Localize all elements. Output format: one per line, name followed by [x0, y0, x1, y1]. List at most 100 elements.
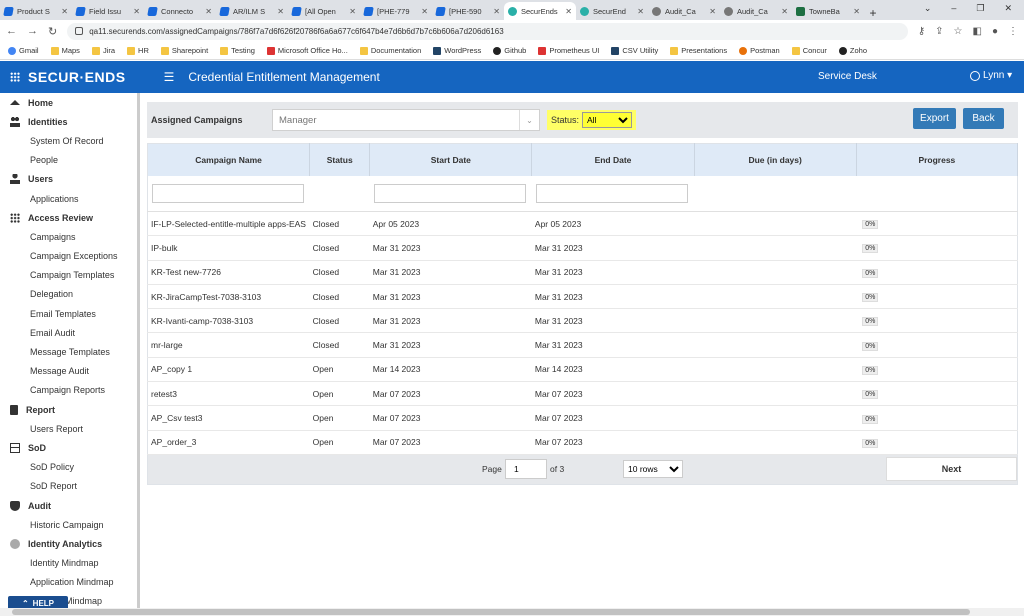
column-header[interactable]: Campaign Name [147, 143, 311, 176]
sidebar-item-message-audit[interactable]: Message Audit [0, 362, 137, 381]
sidebar-item-applications[interactable]: Applications [0, 189, 137, 208]
browser-tab[interactable]: TowneBa ✕ [792, 2, 864, 20]
bookmark-item[interactable]: Zoho [838, 46, 867, 55]
scrollbar-thumb[interactable] [12, 609, 970, 615]
close-tab-icon[interactable]: ✕ [205, 7, 212, 16]
sidebar-item-message-templates[interactable]: Message Templates [0, 342, 137, 361]
start-date-filter[interactable] [373, 183, 526, 203]
table-row[interactable]: AP_copy 1 Open Mar 14 2023 Mar 14 2023 0% [147, 357, 1018, 383]
sidebar-item-people[interactable]: People [0, 151, 137, 170]
sidebar-item-identity-mindmap[interactable]: Identity Mindmap [0, 554, 137, 573]
browser-tab[interactable]: Field Issu ✕ [72, 2, 144, 20]
bookmark-item[interactable]: Prometheus UI [538, 46, 599, 55]
table-row[interactable]: AP_order_3 Open Mar 07 2023 Mar 07 2023 0% [147, 430, 1018, 455]
menu-dots-icon[interactable]: ⋮ [1008, 26, 1018, 37]
sidebar-item-home[interactable]: Home [0, 93, 137, 112]
browser-tab[interactable]: SecurEnds ✕ [504, 2, 576, 20]
close-tab-icon[interactable]: ✕ [133, 7, 140, 16]
close-tab-icon[interactable]: ✕ [565, 7, 572, 16]
sidebar-item-historic-campaign[interactable]: Historic Campaign [0, 515, 137, 534]
table-row[interactable]: AP_Csv test3 Open Mar 07 2023 Mar 07 2023 0% [147, 405, 1018, 431]
user-menu[interactable]: Lynn ▾ [970, 70, 1012, 81]
bookmark-item[interactable]: Maps [50, 46, 80, 55]
next-button[interactable]: Next [886, 456, 1017, 481]
apps-grid-icon[interactable] [10, 72, 20, 82]
sidebar-item-audit[interactable]: Audit [0, 496, 137, 515]
table-row[interactable]: KR-Test new-7726 Closed Mar 31 2023 Mar 31 … [147, 260, 1018, 285]
sidebar-item-users[interactable]: Users [0, 170, 137, 189]
key-icon[interactable]: ⚷ [918, 26, 925, 37]
star-icon[interactable]: ☆ [954, 26, 963, 37]
sidebar-item-delegation[interactable]: Delegation [0, 285, 137, 304]
close-tab-icon[interactable]: ✕ [61, 7, 68, 16]
close-window-icon[interactable]: ✕ [1004, 3, 1012, 14]
bookmark-item[interactable]: Testing [220, 46, 255, 55]
status-select[interactable]: All [582, 112, 633, 128]
back-arrow-icon[interactable]: ← [6, 25, 17, 37]
reload-icon[interactable]: ↻ [48, 25, 57, 38]
table-row[interactable]: IP-bulk Closed Mar 31 2023 Mar 31 2023 0% [147, 235, 1018, 261]
sidebar-item-report[interactable]: Report [0, 400, 137, 419]
share-icon[interactable]: ⇪ [935, 26, 943, 37]
column-header[interactable]: Due (in days) [694, 143, 857, 176]
close-tab-icon[interactable]: ✕ [277, 7, 284, 16]
browser-tab[interactable]: [All Open ✕ [288, 2, 360, 20]
back-button[interactable]: Back [963, 108, 1004, 129]
new-tab-button[interactable]: + [864, 6, 882, 20]
browser-tab[interactable]: SecurEnd ✕ [576, 2, 648, 20]
browser-tab[interactable]: Audit_Ca ✕ [720, 2, 792, 20]
browser-tab[interactable]: Product S ✕ [0, 2, 72, 20]
browser-tab[interactable]: [PHE-590 ✕ [432, 2, 504, 20]
sidebar-item-sod-report[interactable]: SoD Report [0, 477, 137, 496]
close-tab-icon[interactable]: ✕ [853, 7, 860, 16]
sidebar-item-sod[interactable]: SoD [0, 438, 137, 457]
profile-icon[interactable]: ● [992, 26, 998, 37]
sidebar-item-campaign-exceptions[interactable]: Campaign Exceptions [0, 247, 137, 266]
bookmark-item[interactable]: Presentations [670, 46, 727, 55]
close-tab-icon[interactable]: ✕ [349, 7, 356, 16]
bookmark-item[interactable]: Microsoft Office Ho... [266, 46, 348, 55]
bookmark-item[interactable]: Postman [739, 46, 780, 55]
rows-per-page-select[interactable]: 10 rows [623, 459, 683, 478]
bookmark-item[interactable]: Gmail [8, 46, 39, 55]
sidebar-item-identity-analytics[interactable]: Identity Analytics [0, 534, 137, 553]
table-row[interactable]: retest3 Open Mar 07 2023 Mar 07 2023 0% [147, 381, 1018, 407]
close-tab-icon[interactable]: ✕ [637, 7, 644, 16]
service-desk-link[interactable]: Service Desk [818, 71, 877, 82]
campaign-name-filter[interactable] [152, 183, 304, 203]
sidebar-item-application-mindmap[interactable]: Application Mindmap [0, 573, 137, 592]
sidebar-item-campaign-reports[interactable]: Campaign Reports [0, 381, 137, 400]
sidepanel-icon[interactable]: ◧ [973, 26, 982, 37]
horizontal-scrollbar[interactable] [0, 608, 1024, 616]
bookmark-item[interactable]: Concur [791, 46, 827, 55]
end-date-filter[interactable] [535, 183, 688, 203]
bookmark-item[interactable]: CSV Utility [611, 46, 658, 55]
manager-select[interactable]: Manager ⌄ [272, 109, 540, 131]
sidebar-item-access-review[interactable]: Access Review [0, 208, 137, 227]
bookmark-item[interactable]: Sharepoint [160, 46, 208, 55]
sidebar-item-campaign-templates[interactable]: Campaign Templates [0, 266, 137, 285]
table-row[interactable]: KR-JiraCampTest-7038-3103 Closed Mar 31 20… [147, 284, 1018, 310]
close-tab-icon[interactable]: ✕ [781, 7, 788, 16]
column-header[interactable]: Start Date [369, 143, 533, 176]
hamburger-menu-icon[interactable]: ☰ [164, 70, 175, 84]
browser-tab[interactable]: Connecto ✕ [144, 2, 216, 20]
bookmark-item[interactable]: WordPress [433, 46, 481, 55]
browser-tab[interactable]: Audit_Ca ✕ [648, 2, 720, 20]
bookmark-item[interactable]: Github [493, 46, 526, 55]
table-row[interactable]: IF-LP-Selected-entitle-multiple apps-EAS… [147, 211, 1018, 237]
sidebar-item-sod-policy[interactable]: SoD Policy [0, 458, 137, 477]
sidebar-item-system-of-record[interactable]: System Of Record [0, 131, 137, 150]
close-tab-icon[interactable]: ✕ [709, 7, 716, 16]
table-row[interactable]: KR-Ivanti-camp-7038-3103 Closed Mar 31 202… [147, 308, 1018, 334]
table-row[interactable]: mr-large Closed Mar 31 2023 Mar 31 2023 0% [147, 332, 1018, 358]
export-button[interactable]: Export [913, 108, 956, 129]
close-tab-icon[interactable]: ✕ [493, 7, 500, 16]
url-input[interactable]: qa11.securends.com/assignedCampaigns/786… [67, 22, 908, 40]
close-tab-icon[interactable]: ✕ [421, 7, 428, 16]
sidebar-item-users-report[interactable]: Users Report [0, 419, 137, 438]
sidebar-item-identities[interactable]: Identities [0, 112, 137, 131]
column-header[interactable]: Status [309, 143, 371, 176]
restore-icon[interactable]: ❐ [976, 3, 984, 14]
browser-tab[interactable]: AR/ILM S ✕ [216, 2, 288, 20]
